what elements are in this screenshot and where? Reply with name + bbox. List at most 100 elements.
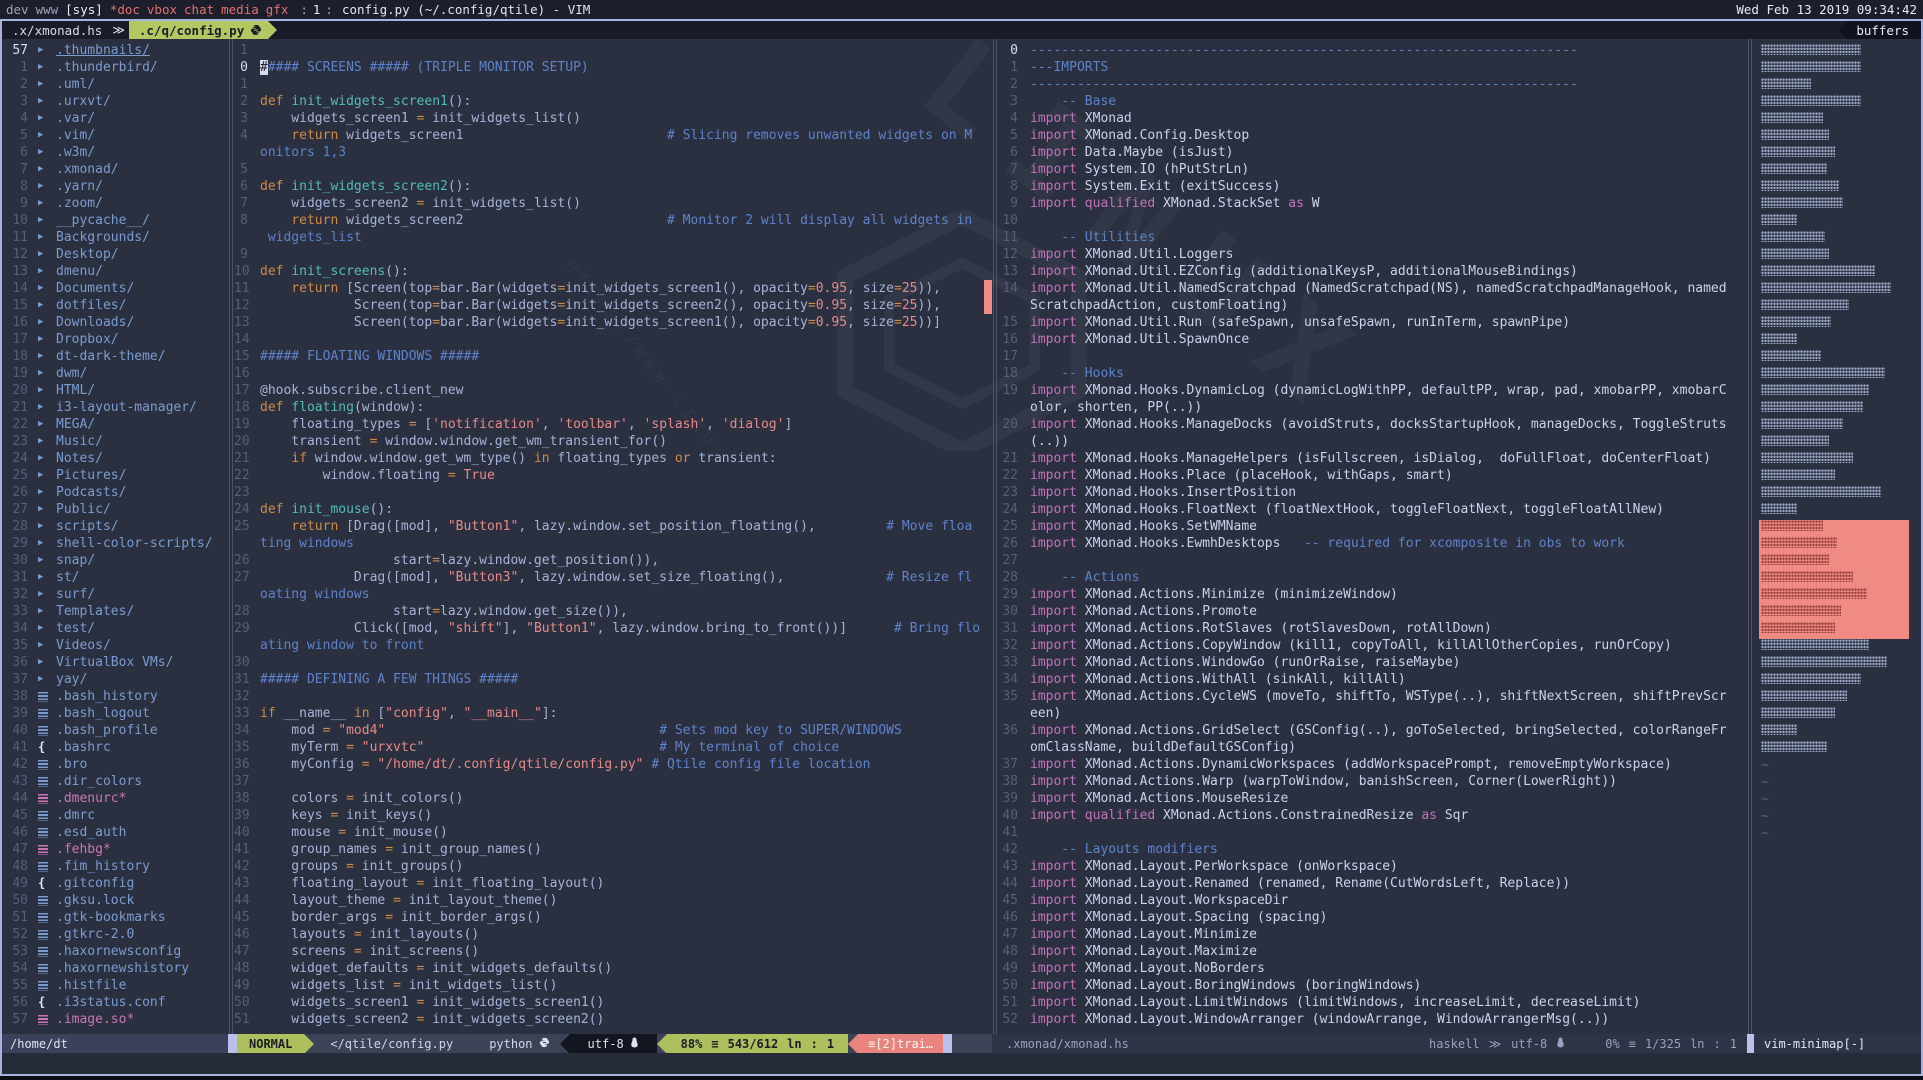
code-line[interactable]: 36 myConfig = "/home/dt/.config/qtile/co…: [234, 756, 992, 773]
minimap-row[interactable]: [1761, 554, 1829, 565]
minimap-row[interactable]: [1761, 282, 1891, 293]
tree-item[interactable]: 57.image.so*: [2, 1011, 228, 1028]
code-line[interactable]: 22 window.floating = True: [234, 467, 992, 484]
code-line[interactable]: 5import XMonad.Config.Desktop: [998, 127, 1747, 144]
code-line[interactable]: 23import XMonad.Hooks.InsertPosition: [998, 484, 1747, 501]
code-line[interactable]: 51import XMonad.Layout.LimitWindows (lim…: [998, 994, 1747, 1011]
code-line[interactable]: 24import XMonad.Hooks.FloatNext (floatNe…: [998, 501, 1747, 518]
code-line[interactable]: 9import qualified XMonad.StackSet as W: [998, 195, 1747, 212]
code-line[interactable]: 8 return widgets_screen2 # Monitor 2 wil…: [234, 212, 992, 229]
code-line[interactable]: 49 widgets_list = init_widgets_list(): [234, 977, 992, 994]
tree-item[interactable]: 30▶snap/: [2, 552, 228, 569]
tab-config-py[interactable]: .c/q/config.py: [129, 21, 268, 39]
code-line[interactable]: 15##### FLOATING WINDOWS #####: [234, 348, 992, 365]
tree-item[interactable]: 13▶dmenu/: [2, 263, 228, 280]
minimap-row[interactable]: [1761, 707, 1835, 718]
code-line[interactable]: 44 layout_theme = init_layout_theme(): [234, 892, 992, 909]
code-line[interactable]: 20 transient = window.window.get_wm_tran…: [234, 433, 992, 450]
tree-item[interactable]: 28▶scripts/: [2, 518, 228, 535]
code-line[interactable]: 22import XMonad.Hooks.Place (placeHook, …: [998, 467, 1747, 484]
code-line[interactable]: 11 return [Screen(top=bar.Bar(widgets=in…: [234, 280, 992, 297]
minimap-row[interactable]: [1761, 248, 1829, 259]
code-line[interactable]: 47 screens = init_screens(): [234, 943, 992, 960]
tree-item[interactable]: 44.dmenurc*: [2, 790, 228, 807]
code-line[interactable]: 27 Drag([mod], "Button3", lazy.window.se…: [234, 569, 992, 586]
minimap-row[interactable]: [1761, 741, 1827, 752]
code-line[interactable]: 52import XMonad.Layout.WindowArranger (w…: [998, 1011, 1747, 1028]
code-line[interactable]: 49import XMonad.Layout.NoBorders: [998, 960, 1747, 977]
code-line[interactable]: 42 -- Layouts modifiers: [998, 841, 1747, 858]
code-line[interactable]: 45 border_args = init_border_args(): [234, 909, 992, 926]
vim-command-line[interactable]: [2, 1053, 1921, 1074]
tree-item[interactable]: 22▶MEGA/: [2, 416, 228, 433]
workspace-chat[interactable]: chat: [184, 2, 214, 17]
code-line[interactable]: 40import qualified XMonad.Actions.Constr…: [998, 807, 1747, 824]
code-line[interactable]: olor, shorten, PP(..)): [998, 399, 1747, 416]
code-line[interactable]: 35 myTerm = "urxvtc" # My terminal of ch…: [234, 739, 992, 756]
tree-item[interactable]: 45.dmrc: [2, 807, 228, 824]
code-line[interactable]: een): [998, 705, 1747, 722]
tree-item[interactable]: 42.bro: [2, 756, 228, 773]
code-line[interactable]: 31import XMonad.Actions.RotSlaves (rotSl…: [998, 620, 1747, 637]
code-line[interactable]: 30import XMonad.Actions.Promote: [998, 603, 1747, 620]
minimap-row[interactable]: [1761, 44, 1861, 55]
code-line[interactable]: 5: [234, 161, 992, 178]
code-line[interactable]: 33import XMonad.Actions.WindowGo (runOrR…: [998, 654, 1747, 671]
tab-xmonad-hs[interactable]: .x/xmonad.hs: [2, 21, 112, 39]
tree-item[interactable]: 27▶Public/: [2, 501, 228, 518]
code-line[interactable]: 26import XMonad.Hooks.EwmhDesktops -- re…: [998, 535, 1747, 552]
tree-item[interactable]: 50.gksu.lock: [2, 892, 228, 909]
code-line[interactable]: 16: [234, 365, 992, 382]
code-line[interactable]: omClassName, buildDefaultGSConfig): [998, 739, 1747, 756]
code-line[interactable]: 28 start=lazy.window.get_size()),: [234, 603, 992, 620]
code-line[interactable]: 25import XMonad.Hooks.SetWMName: [998, 518, 1747, 535]
minimap-row[interactable]: [1761, 571, 1853, 582]
minimap-row[interactable]: [1761, 316, 1831, 327]
minimap-row[interactable]: [1761, 639, 1869, 650]
code-line[interactable]: 48 widget_defaults = init_widgets_defaul…: [234, 960, 992, 977]
tree-item[interactable]: 52.gtkrc-2.0: [2, 926, 228, 943]
code-line[interactable]: 14: [234, 331, 992, 348]
code-line[interactable]: 30: [234, 654, 992, 671]
minimap-row[interactable]: [1761, 384, 1869, 395]
minimap-row[interactable]: [1761, 673, 1861, 684]
code-line[interactable]: 0##### SCREENS ##### (TRIPLE MONITOR SET…: [234, 59, 992, 76]
minimap-row[interactable]: [1761, 486, 1881, 497]
code-line[interactable]: 21 if window.window.get_wm_type() in flo…: [234, 450, 992, 467]
code-line[interactable]: 15import XMonad.Util.Run (safeSpawn, uns…: [998, 314, 1747, 331]
code-line[interactable]: 16import XMonad.Util.SpawnOnce: [998, 331, 1747, 348]
code-line[interactable]: 35import XMonad.Actions.CycleWS (moveTo,…: [998, 688, 1747, 705]
tree-item[interactable]: 43.dir_colors: [2, 773, 228, 790]
code-line[interactable]: 1---IMPORTS: [998, 59, 1747, 76]
code-line[interactable]: 25 return [Drag([mod], "Button1", lazy.w…: [234, 518, 992, 535]
code-line[interactable]: (..)): [998, 433, 1747, 450]
tree-item[interactable]: 47.fehbg*: [2, 841, 228, 858]
code-line[interactable]: 6import Data.Maybe (isJust): [998, 144, 1747, 161]
code-line[interactable]: 36import XMonad.Actions.GridSelect (GSCo…: [998, 722, 1747, 739]
minimap-row[interactable]: [1761, 622, 1835, 633]
minimap-row[interactable]: [1761, 180, 1839, 191]
code-line[interactable]: 41 group_names = init_group_names(): [234, 841, 992, 858]
minimap-row[interactable]: [1761, 231, 1825, 242]
workspace-vbox[interactable]: vbox: [147, 2, 177, 17]
code-line[interactable]: 12import XMonad.Util.Loggers: [998, 246, 1747, 263]
workspace-doc[interactable]: *doc: [110, 2, 140, 17]
tree-item[interactable]: 9▶.zoom/: [2, 195, 228, 212]
minimap-row[interactable]: [1761, 367, 1885, 378]
tree-item[interactable]: 55.histfile: [2, 977, 228, 994]
code-line[interactable]: 3 widgets_screen1 = init_widgets_list(): [234, 110, 992, 127]
workspace-gfx[interactable]: gfx: [266, 2, 289, 17]
code-line[interactable]: 29 Click([mod, "shift"], "Button1", lazy…: [234, 620, 992, 637]
file-tree-pane[interactable]: 57▶.thumbnails/1▶.thunderbird/2▶.uml/3▶.…: [2, 39, 228, 1034]
tree-item[interactable]: 33▶Templates/: [2, 603, 228, 620]
tree-item[interactable]: 2▶.uml/: [2, 76, 228, 93]
code-line[interactable]: 28 -- Actions: [998, 569, 1747, 586]
tree-item[interactable]: 49{.gitconfig: [2, 875, 228, 892]
minimap-row[interactable]: [1761, 146, 1835, 157]
code-line[interactable]: 2---------------------------------------…: [998, 76, 1747, 93]
code-line[interactable]: 18def floating(window):: [234, 399, 992, 416]
tree-item[interactable]: 12▶Desktop/: [2, 246, 228, 263]
minimap-row[interactable]: [1761, 401, 1863, 412]
tree-item[interactable]: 32▶surf/: [2, 586, 228, 603]
minimap-row[interactable]: [1761, 214, 1797, 225]
